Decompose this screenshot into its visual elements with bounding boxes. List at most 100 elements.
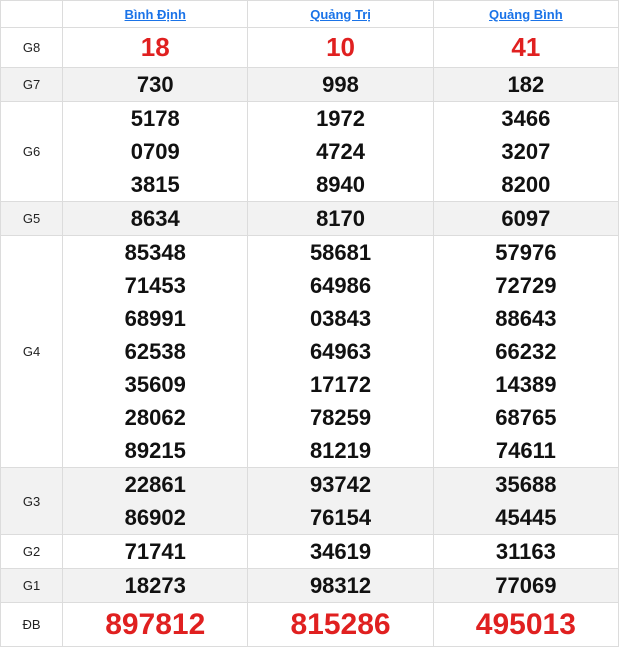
prize-cell: 93742 76154 [247, 467, 434, 535]
prize-number: 1972 [316, 106, 366, 131]
province-link-quang-tri[interactable]: Quảng Trị [310, 7, 371, 22]
header-corner [0, 0, 64, 28]
prize-cell: 8170 [247, 201, 434, 236]
province-header[interactable]: Quảng Bình [432, 0, 620, 28]
prize-number: 68765 [495, 405, 557, 430]
prize-cell: 71741 [62, 534, 249, 569]
prize-row: G1 18273 98312 77069 [0, 568, 620, 603]
province-link-binh-dinh[interactable]: Bình Định [125, 7, 186, 22]
prize-number: 3815 [130, 172, 180, 197]
province-header[interactable]: Bình Định [62, 0, 249, 28]
prize-cell: 8634 [62, 201, 249, 236]
prize-number: 18 [140, 32, 170, 62]
prize-number: 8940 [316, 172, 366, 197]
prize-cell: 41 [432, 27, 620, 68]
prize-number: 35688 [495, 472, 557, 497]
prize-number: 03843 [309, 306, 372, 331]
prize-number: 34619 [309, 539, 372, 564]
prize-number: 22861 [124, 472, 186, 497]
prize-number: 81219 [309, 438, 372, 463]
prize-number: 64963 [309, 339, 372, 364]
prize-number: 815286 [290, 608, 391, 641]
prize-number: 5178 [130, 106, 180, 131]
prize-number: 3207 [501, 139, 551, 164]
prize-cell: 5178 0709 3815 [62, 101, 249, 202]
prize-cell: 35688 45445 [432, 467, 620, 535]
prize-number: 89215 [124, 438, 186, 463]
prize-label: G6 [0, 101, 64, 202]
prize-cell: 31163 [432, 534, 620, 569]
lottery-results-table: Bình Định Quảng Trị Quảng Bình G8 18 10 41 G… [0, 0, 620, 647]
prize-cell: 58681 64986 03843 64963 17172 78259 81219 [247, 235, 434, 468]
prize-cell: 1972 4724 8940 [247, 101, 434, 202]
prize-cell: 897812 [62, 602, 249, 647]
prize-number: 71453 [124, 273, 186, 298]
prize-cell: 34619 [247, 534, 434, 569]
prize-number: 76154 [309, 505, 372, 530]
prize-number: 88643 [495, 306, 557, 331]
prize-number: 45445 [495, 505, 557, 530]
prize-number: 77069 [495, 573, 557, 598]
prize-number: 730 [136, 72, 174, 97]
prize-number: 86902 [124, 505, 186, 530]
prize-row: G8 18 10 41 [0, 27, 620, 68]
prize-cell: 22861 86902 [62, 467, 249, 535]
prize-number: 4724 [316, 139, 366, 164]
prize-number: 17172 [309, 372, 372, 397]
prize-cell: 6097 [432, 201, 620, 236]
prize-number: 31163 [495, 539, 556, 564]
prize-number: 41 [511, 32, 541, 62]
prize-row: G7 730 998 182 [0, 67, 620, 102]
prize-cell: 730 [62, 67, 249, 102]
prize-number: 8634 [130, 206, 180, 231]
prize-row: ĐB 897812 815286 495013 [0, 602, 620, 647]
province-header[interactable]: Quảng Trị [247, 0, 434, 28]
prize-number: 64986 [309, 273, 372, 298]
prize-cell: 815286 [247, 602, 434, 647]
province-header-row: Bình Định Quảng Trị Quảng Bình [0, 0, 620, 28]
prize-label: G1 [0, 568, 64, 603]
prize-number: 28062 [124, 405, 186, 430]
prize-number: 182 [507, 72, 545, 97]
prize-cell: 10 [247, 27, 434, 68]
prize-cell: 77069 [432, 568, 620, 603]
prize-label: ĐB [0, 602, 64, 647]
prize-number: 0709 [130, 139, 180, 164]
prize-number: 14389 [495, 372, 557, 397]
prize-label: G8 [0, 27, 64, 68]
prize-row: G4 85348 71453 68991 62538 35609 28062 89215 586… [0, 235, 620, 468]
province-link-quang-binh[interactable]: Quảng Bình [489, 7, 563, 22]
prize-label: G5 [0, 201, 64, 236]
prize-number: 78259 [309, 405, 372, 430]
prize-cell: 98312 [247, 568, 434, 603]
prize-number: 57976 [495, 240, 557, 265]
prize-row: G3 22861 86902 93742 76154 35688 45445 [0, 467, 620, 535]
prize-number: 71741 [124, 539, 186, 564]
prize-number: 98312 [309, 573, 372, 598]
prize-number: 495013 [475, 608, 576, 641]
prize-row: G2 71741 34619 31163 [0, 534, 620, 569]
prize-cell: 495013 [432, 602, 620, 647]
prize-label: G2 [0, 534, 64, 569]
prize-number: 62538 [124, 339, 186, 364]
prize-number: 74611 [495, 438, 556, 463]
prize-number: 10 [326, 32, 355, 62]
prize-cell: 3466 3207 8200 [432, 101, 620, 202]
prize-label: G4 [0, 235, 64, 468]
prize-number: 68991 [124, 306, 186, 331]
prize-number: 998 [322, 72, 359, 97]
prize-number: 897812 [105, 608, 206, 641]
prize-number: 6097 [501, 206, 551, 231]
prize-label: G3 [0, 467, 64, 535]
prize-number: 8200 [501, 172, 551, 197]
prize-cell: 18273 [62, 568, 249, 603]
prize-number: 18273 [124, 573, 186, 598]
prize-number: 85348 [124, 240, 186, 265]
prize-row: G6 5178 0709 3815 1972 4724 8940 3466 3207 8200 [0, 101, 620, 202]
prize-number: 72729 [495, 273, 557, 298]
prize-cell: 57976 72729 88643 66232 14389 68765 74611 [432, 235, 620, 468]
prize-cell: 182 [432, 67, 620, 102]
prize-cell: 998 [247, 67, 434, 102]
prize-number: 8170 [316, 206, 366, 231]
prize-cell: 18 [62, 27, 249, 68]
